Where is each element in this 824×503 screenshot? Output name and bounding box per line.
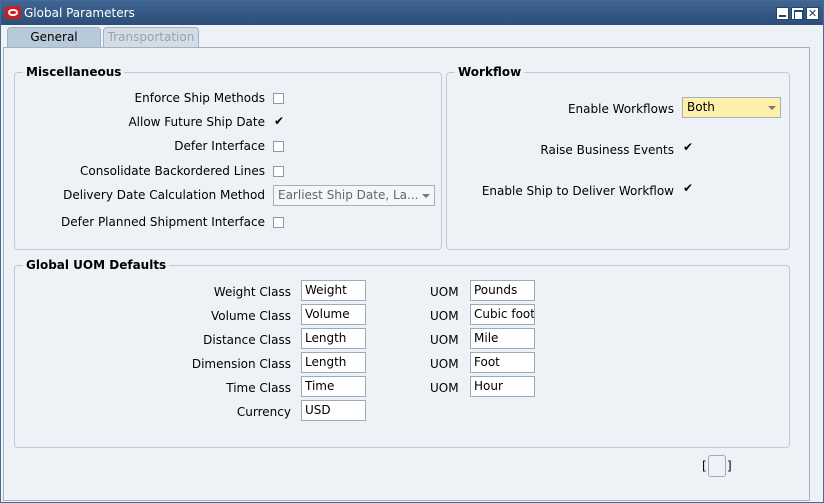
miscellaneous-title: Miscellaneous: [23, 65, 125, 79]
delivery-date-calc-value: Earliest Ship Date, La...: [278, 188, 419, 202]
miscellaneous-group: Miscellaneous Enforce Ship Methods Allow…: [14, 65, 442, 250]
volume-uom-field[interactable]: Cubic foot: [470, 304, 535, 325]
uom-label: UOM: [430, 357, 459, 371]
tab-transportation[interactable]: Transportation: [103, 27, 199, 47]
chevron-down-icon: [768, 106, 776, 110]
weight-class-field[interactable]: Weight: [301, 280, 366, 301]
weight-uom-field[interactable]: Pounds: [470, 280, 535, 301]
check-icon: ✔: [683, 181, 694, 195]
uom-label: UOM: [430, 285, 459, 299]
minimize-button[interactable]: [776, 7, 789, 20]
close-icon: ✕: [807, 7, 818, 20]
close-button[interactable]: ✕: [806, 7, 819, 20]
chevron-down-icon: [422, 194, 430, 198]
workflow-group: Workflow Enable Workflows Both Raise Bus…: [446, 65, 790, 250]
time-class-field[interactable]: Time: [301, 376, 366, 397]
dimension-class-label: Dimension Class: [191, 357, 291, 371]
check-icon: ✔: [274, 114, 285, 128]
enable-workflows-value: Both: [687, 100, 715, 114]
consolidate-backordered-label: Consolidate Backordered Lines: [80, 164, 265, 178]
check-icon: ✔: [683, 140, 694, 154]
dimension-uom-field[interactable]: Foot: [470, 352, 535, 373]
time-uom-field[interactable]: Hour: [470, 376, 535, 397]
enforce-ship-methods-checkbox[interactable]: [273, 93, 284, 104]
defer-planned-shipment-checkbox[interactable]: [273, 217, 284, 228]
allow-future-ship-date-checkbox[interactable]: ✔: [273, 114, 285, 128]
time-class-label: Time Class: [226, 381, 291, 395]
uom-label: UOM: [430, 381, 459, 395]
maximize-button[interactable]: [791, 7, 804, 20]
global-uom-defaults-title: Global UOM Defaults: [23, 258, 170, 272]
currency-field[interactable]: USD: [301, 400, 366, 421]
enable-workflows-select[interactable]: Both: [682, 97, 781, 118]
raise-business-events-label: Raise Business Events: [540, 143, 674, 157]
global-parameters-window: Global Parameters ✕ General Transportati…: [0, 0, 824, 503]
tab-general[interactable]: General: [7, 27, 101, 48]
oracle-logo-icon: [5, 6, 21, 19]
global-uom-defaults-group: Global UOM Defaults Weight Class Weight …: [14, 258, 790, 448]
volume-class-label: Volume Class: [210, 309, 291, 323]
window-title: Global Parameters: [24, 6, 135, 20]
currency-label: Currency: [236, 405, 291, 419]
workflow-title: Workflow: [455, 65, 525, 79]
descriptive-flexfield[interactable]: [708, 455, 726, 477]
volume-class-field[interactable]: Volume: [301, 304, 366, 325]
distance-uom-field[interactable]: Mile: [470, 328, 535, 349]
allow-future-ship-date-label: Allow Future Ship Date: [128, 115, 265, 129]
flexfield-close-bracket: ]: [727, 459, 732, 473]
uom-label: UOM: [430, 333, 459, 347]
flexfield-open-bracket: [: [702, 459, 707, 473]
title-bar: Global Parameters ✕: [1, 1, 823, 25]
raise-business-events-checkbox[interactable]: ✔: [682, 140, 694, 154]
enable-ship-to-deliver-checkbox[interactable]: ✔: [682, 181, 694, 195]
enable-ship-to-deliver-label: Enable Ship to Deliver Workflow: [481, 184, 674, 198]
enable-workflows-label: Enable Workflows: [567, 102, 674, 116]
dimension-class-field[interactable]: Length: [301, 352, 366, 373]
defer-interface-label: Defer Interface: [174, 139, 265, 153]
general-tab-panel: Miscellaneous Enforce Ship Methods Allow…: [3, 47, 810, 501]
distance-class-field[interactable]: Length: [301, 328, 366, 349]
delivery-date-calc-label: Delivery Date Calculation Method: [63, 188, 265, 202]
defer-planned-shipment-label: Defer Planned Shipment Interface: [60, 215, 265, 229]
defer-interface-checkbox[interactable]: [273, 141, 284, 152]
weight-class-label: Weight Class: [213, 285, 291, 299]
uom-label: UOM: [430, 309, 459, 323]
enforce-ship-methods-label: Enforce Ship Methods: [134, 91, 265, 105]
delivery-date-calc-select[interactable]: Earliest Ship Date, La...: [273, 185, 435, 206]
consolidate-backordered-checkbox[interactable]: [273, 166, 284, 177]
distance-class-label: Distance Class: [203, 333, 291, 347]
